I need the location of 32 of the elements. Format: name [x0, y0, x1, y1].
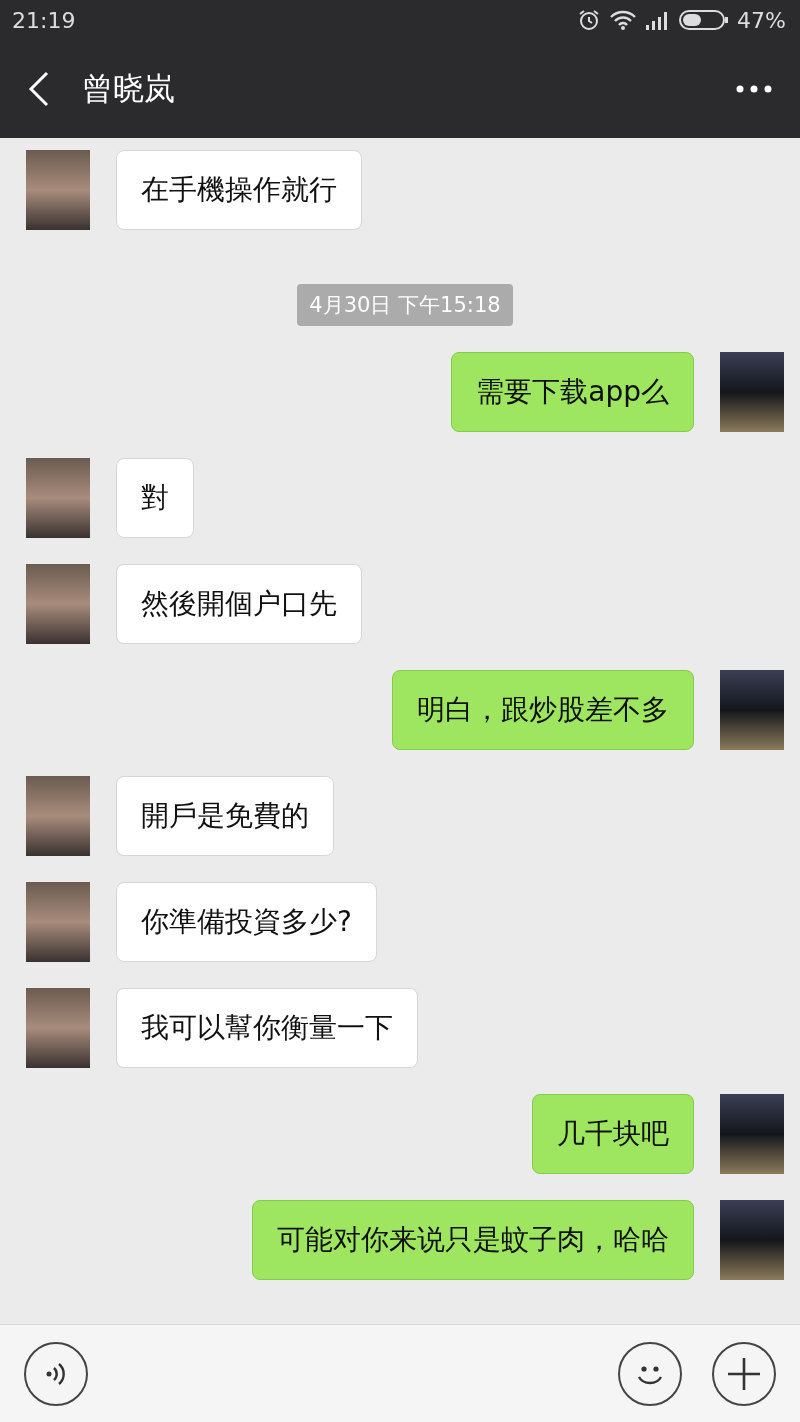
avatar-photo-placeholder[interactable]: [26, 882, 90, 962]
battery-percent: 47%: [737, 7, 786, 33]
back-icon[interactable]: [28, 71, 50, 107]
add-button[interactable]: [712, 1341, 776, 1406]
message-bubble: 几千块吧: [532, 1094, 694, 1174]
more-icon[interactable]: [736, 85, 772, 93]
avatar-photo-placeholder[interactable]: [26, 150, 90, 230]
message-bubble: 對: [116, 458, 194, 538]
avatar-photo-placeholder[interactable]: [26, 776, 90, 856]
emoji-button[interactable]: [618, 1341, 682, 1406]
message-bubble: 在手機操作就行: [116, 150, 362, 230]
avatar-photo-placeholder[interactable]: [720, 670, 784, 750]
avatar-photo-placeholder[interactable]: [720, 1094, 784, 1174]
avatar-photo-placeholder[interactable]: [26, 564, 90, 644]
plus-icon: [726, 1355, 762, 1392]
wifi-icon: [609, 9, 638, 31]
status-time: 21:19: [12, 7, 76, 33]
battery-icon: [679, 9, 730, 31]
message-bubble: 你準備投資多少?: [116, 882, 377, 962]
message-bubble: 然後開個户口先: [116, 564, 362, 644]
avatar-photo-placeholder[interactable]: [720, 352, 784, 432]
message-bubble: 可能对你来说只是蚊子肉，哈哈: [252, 1200, 694, 1280]
message-bubble: 我可以幫你衡量一下: [116, 988, 418, 1068]
message-bubble: 開戶是免費的: [116, 776, 334, 856]
voice-button[interactable]: [24, 1341, 88, 1406]
avatar-photo-placeholder[interactable]: [720, 1200, 784, 1280]
message-bubble: 明白，跟炒股差不多: [392, 670, 694, 750]
message-bubble: 需要下载app么: [451, 352, 694, 432]
chat-title: 曾晓岚: [82, 69, 175, 108]
timestamp: 4月30日 下午15:18: [297, 284, 513, 326]
avatar-photo-placeholder[interactable]: [26, 458, 90, 538]
avatar-photo-placeholder[interactable]: [26, 988, 90, 1068]
